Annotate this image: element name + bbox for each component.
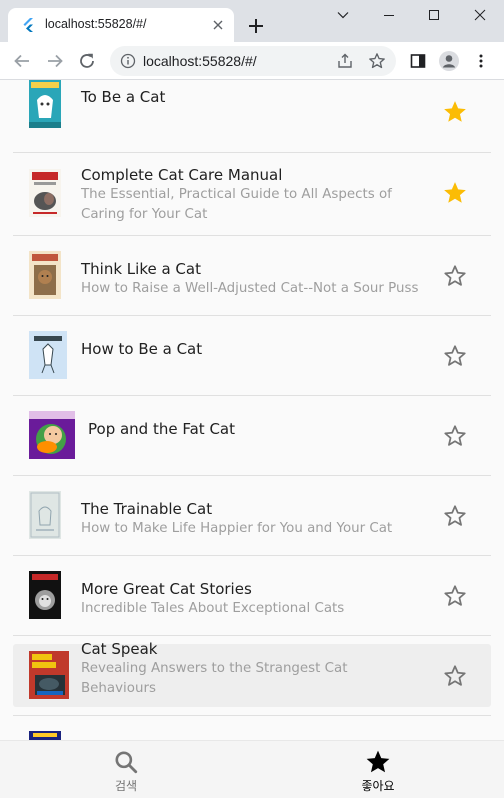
book-subtitle: Revealing Answers to the Strangest Cat B… (81, 661, 348, 696)
flutter-favicon-icon (23, 18, 33, 32)
star-filled-icon[interactable] (442, 180, 468, 206)
book-subtitle: Incredible Tales About Exceptional Cats (81, 601, 345, 616)
minimize-icon (384, 15, 394, 16)
forward-button[interactable] (44, 50, 66, 72)
url-text[interactable]: localhost:55828/#/ (143, 53, 257, 69)
star-icon (366, 750, 390, 773)
list-item[interactable]: Complete Cat Care Manual The Essential, … (13, 153, 491, 233)
back-button[interactable] (11, 50, 33, 72)
close-icon (474, 9, 486, 21)
star-outline-icon[interactable] (442, 503, 468, 529)
bookmark-star-icon[interactable] (368, 52, 386, 70)
window-dropdown-button[interactable] (320, 0, 366, 30)
browser-titlebar: localhost:55828/#/ (0, 0, 504, 42)
cover-cat-speak (29, 651, 69, 699)
book-title: More Great Cat Stories (81, 580, 252, 598)
more-vertical-icon (479, 54, 483, 68)
cover-complete-cat-care (29, 169, 61, 217)
book-subtitle: How to Make Life Happier for You and You… (81, 521, 393, 536)
avatar-icon (439, 51, 459, 71)
book-title: The Trainable Cat (81, 500, 213, 518)
bottom-navigation-bar: 검색 좋아요 (0, 740, 504, 798)
cover-trainable-cat (29, 491, 61, 539)
app-viewport: To Be a Cat Complete Cat Care Manual The… (0, 80, 504, 798)
divider (13, 635, 491, 636)
cover-to-be-a-cat (29, 80, 61, 128)
book-subtitle: The Essential, Practical Guide to All As… (81, 187, 392, 222)
search-icon (115, 751, 138, 774)
side-panel-icon (410, 54, 426, 68)
reload-button[interactable] (76, 50, 98, 72)
nav-search-label: 검색 (114, 779, 138, 793)
book-title: Think Like a Cat (81, 260, 201, 278)
book-subtitle: How to Raise a Well-Adjusted Cat--Not a … (81, 281, 419, 296)
list-item[interactable]: To Be a Cat (13, 80, 491, 152)
star-outline-icon[interactable] (442, 583, 468, 609)
book-title: How to Be a Cat (81, 340, 203, 358)
close-tab-icon[interactable] (210, 17, 226, 33)
browser-tab[interactable]: localhost:55828/#/ (8, 8, 234, 42)
maximize-icon (429, 10, 439, 20)
maximize-button[interactable] (411, 0, 457, 30)
cover-more-great-cat-stories (29, 571, 61, 619)
list-item[interactable]: More Great Cat Stories Incredible Tales … (13, 556, 491, 636)
list-item[interactable]: How to Be a Cat (13, 316, 491, 396)
arrow-right-icon (48, 54, 63, 68)
book-title: Pop and the Fat Cat (88, 420, 235, 438)
nav-favorites-label: 좋아요 (361, 779, 395, 793)
book-title: Cat Speak (81, 640, 158, 658)
share-icon[interactable] (336, 52, 354, 70)
list-item[interactable]: Cat Speak Revealing Answers to the Stran… (13, 640, 491, 707)
arrow-left-icon (14, 54, 29, 68)
book-title: To Be a Cat (81, 88, 166, 106)
reload-icon (80, 53, 94, 68)
close-window-button[interactable] (457, 0, 503, 30)
list-item[interactable]: Pop and the Fat Cat (13, 396, 491, 476)
book-title: Complete Cat Care Manual (81, 166, 283, 184)
side-panel-button[interactable] (407, 50, 429, 72)
profile-button[interactable] (438, 50, 460, 72)
minimize-button[interactable] (366, 0, 412, 30)
nav-favorites-tab[interactable]: 좋아요 (252, 741, 504, 798)
list-item[interactable]: Think Like a Cat How to Raise a Well-Adj… (13, 236, 491, 316)
new-tab-icon[interactable] (244, 14, 268, 38)
info-icon[interactable] (120, 53, 136, 69)
star-outline-icon[interactable] (442, 343, 468, 369)
cover-think-like-a-cat (29, 251, 61, 299)
cover-how-to-be-a-cat (29, 331, 67, 379)
star-outline-icon[interactable] (442, 263, 468, 289)
menu-button[interactable] (470, 50, 492, 72)
divider (13, 715, 491, 716)
tab-title: localhost:55828/#/ (45, 17, 147, 31)
cover-pop-fat-cat (29, 411, 75, 459)
book-list[interactable]: To Be a Cat Complete Cat Care Manual The… (0, 80, 504, 743)
nav-search-tab[interactable]: 검색 (0, 741, 252, 798)
star-outline-icon[interactable] (442, 663, 468, 689)
star-outline-icon[interactable] (442, 423, 468, 449)
star-filled-icon[interactable] (442, 99, 468, 125)
chevron-down-icon (337, 12, 349, 19)
address-bar[interactable]: localhost:55828/#/ (110, 46, 396, 76)
browser-toolbar: localhost:55828/#/ (0, 42, 504, 80)
list-item[interactable]: The Trainable Cat How to Make Life Happi… (13, 476, 491, 556)
